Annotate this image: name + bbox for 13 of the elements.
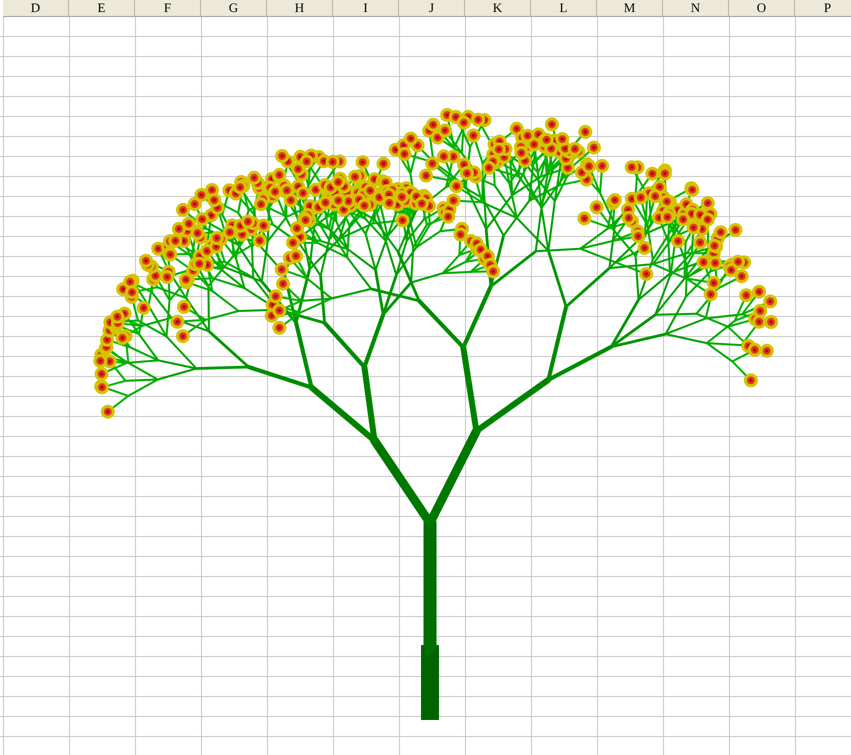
column-header[interactable]: K [465, 0, 531, 16]
column-header[interactable]: P [795, 0, 851, 16]
column-header[interactable]: G [201, 0, 267, 16]
column-header[interactable]: O [729, 0, 795, 16]
column-header[interactable]: E [69, 0, 135, 16]
column-header[interactable]: I [333, 0, 399, 16]
column-header[interactable]: D [3, 0, 69, 16]
column-header[interactable]: H [267, 0, 333, 16]
column-header[interactable]: N [663, 0, 729, 16]
column-header[interactable]: M [597, 0, 663, 16]
column-header[interactable]: F [135, 0, 201, 16]
column-header[interactable]: J [399, 0, 465, 16]
column-header[interactable]: L [531, 0, 597, 16]
